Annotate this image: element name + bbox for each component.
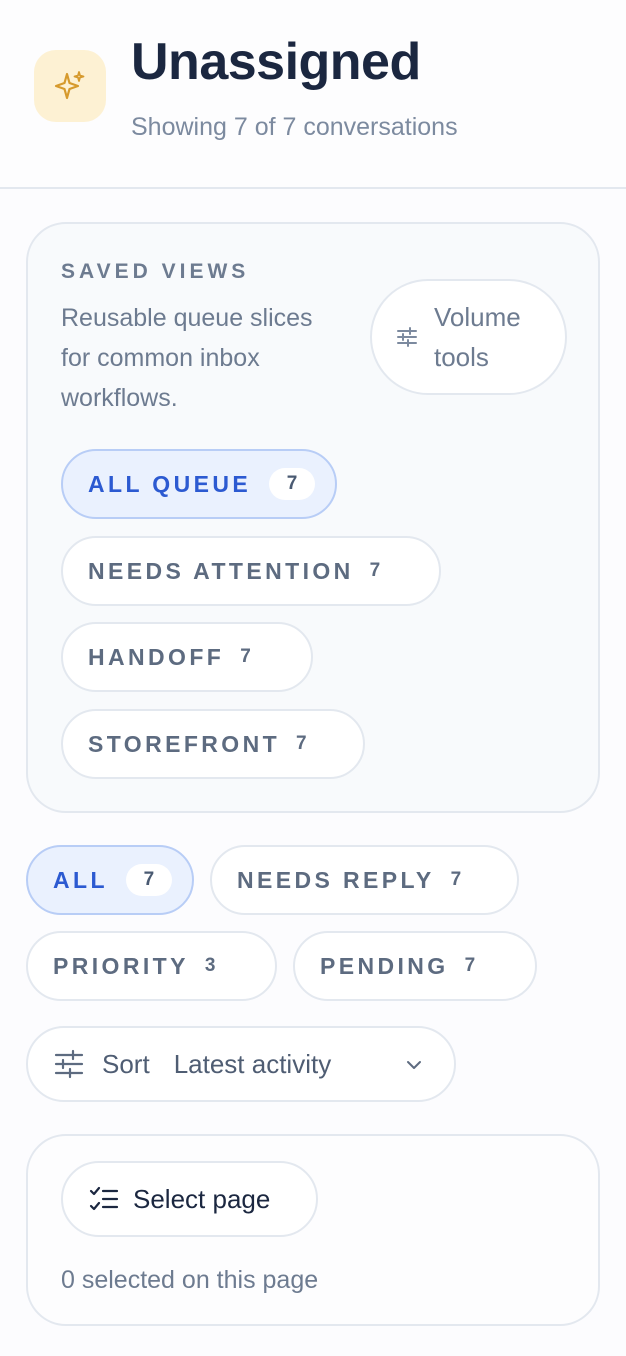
view-pill-handoff[interactable]: HANDOFF 7 <box>61 622 313 692</box>
filter-tab-all[interactable]: ALL 7 <box>26 845 194 915</box>
volume-tools-label: Volume tools <box>434 302 521 372</box>
sort-dropdown[interactable]: Sort Latest activity <box>26 1026 456 1102</box>
view-pill-needs-attention[interactable]: NEEDS ATTENTION 7 <box>61 536 441 606</box>
view-pill-label: NEEDS ATTENTION <box>88 557 354 584</box>
sort-label: Sort <box>102 1048 150 1079</box>
view-pill-count: 7 <box>240 646 251 667</box>
view-pill-label: ALL QUEUE <box>88 470 252 497</box>
filter-tab-count: 7 <box>464 955 476 976</box>
view-pill-storefront[interactable]: STOREFRONT 7 <box>61 709 365 779</box>
conversation-count: Showing 7 of 7 conversations <box>131 113 458 141</box>
sort-value: Latest activity <box>173 1048 332 1079</box>
view-pill-label: HANDOFF <box>88 643 225 670</box>
page-header: Unassigned Showing 7 of 7 conversations <box>0 0 626 189</box>
view-pill-all-queue[interactable]: ALL QUEUE 7 <box>61 449 337 519</box>
select-page-button[interactable]: Select page <box>61 1161 318 1237</box>
saved-views-description: Reusable queue slices for common inbox w… <box>61 304 313 412</box>
filter-tab-label: ALL <box>53 866 108 893</box>
filter-tab-count: 3 <box>204 955 216 976</box>
sliders-icon <box>397 327 417 347</box>
view-pill-count: 7 <box>296 733 307 754</box>
view-pill-count: 7 <box>369 560 381 581</box>
selection-status: 0 selected on this page <box>61 1266 319 1294</box>
filter-tab-pending[interactable]: PENDING 7 <box>293 931 537 1001</box>
sliders-icon <box>54 1049 84 1079</box>
view-pill-count: 7 <box>269 468 316 500</box>
filter-tab-label: PENDING <box>320 952 449 979</box>
saved-views-card: SAVED VIEWS Reusable queue slices for co… <box>26 222 600 813</box>
filter-tab-priority[interactable]: PRIORITY 3 <box>26 931 277 1001</box>
view-pill-label: STOREFRONT <box>88 730 281 757</box>
filter-tab-label: NEEDS REPLY <box>237 866 435 893</box>
filter-tab-label: PRIORITY <box>53 952 189 979</box>
selection-card: Select page 0 selected on this page <box>26 1134 600 1326</box>
chevron-down-icon <box>407 1061 421 1069</box>
volume-tools-button[interactable]: Volume tools <box>370 279 567 395</box>
saved-views-heading: SAVED VIEWS <box>61 260 250 283</box>
filter-tab-count: 7 <box>450 869 462 890</box>
filter-tab-count: 7 <box>125 864 172 896</box>
filter-tab-needs-reply[interactable]: NEEDS REPLY 7 <box>210 845 519 915</box>
select-page-label: Select page <box>133 1183 271 1214</box>
sparkle-icon <box>34 50 106 122</box>
checklist-icon <box>89 1186 119 1211</box>
page-title: Unassigned <box>131 33 421 91</box>
